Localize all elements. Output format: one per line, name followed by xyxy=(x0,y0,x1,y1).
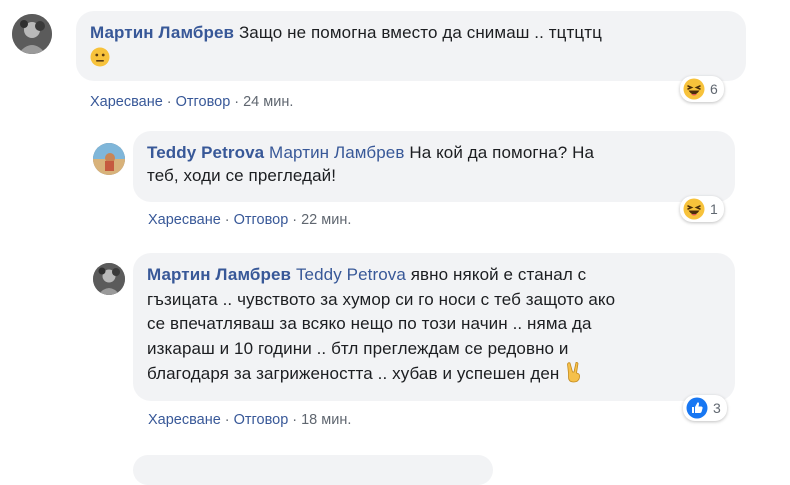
haha-icon xyxy=(683,198,705,220)
timestamp[interactable]: 18 мин. xyxy=(301,412,351,428)
comment-text: благодаря за загрижеността .. хубав и ус… xyxy=(147,364,560,383)
reply-link[interactable]: Отговор xyxy=(234,412,289,428)
mention-link[interactable]: Мартин Ламбрев xyxy=(269,143,404,162)
avatar-image xyxy=(12,14,52,54)
avatar-teddy[interactable] xyxy=(93,143,125,175)
comment-text: теб, ходи се прегледай! xyxy=(147,166,337,185)
comment-actions: Харесване · Отговор · 24 мин. xyxy=(90,94,293,110)
comment-bubble: Teddy Petrova Мартин Ламбрев На кой да п… xyxy=(133,131,735,202)
like-link[interactable]: Харесване xyxy=(148,412,221,428)
separator-dot: · xyxy=(166,94,172,110)
timestamp[interactable]: 24 мин. xyxy=(243,94,293,110)
comment-actions: Харесване · Отговор · 18 мин. xyxy=(148,412,351,428)
neutral-face-icon xyxy=(90,47,110,67)
avatar-image xyxy=(93,263,125,295)
reaction-summary[interactable]: 6 xyxy=(680,76,724,102)
separator-dot: · xyxy=(292,412,298,428)
avatar-martin[interactable] xyxy=(12,14,52,54)
comment-text: явно някой е станал с xyxy=(410,265,587,284)
comment-author[interactable]: Мартин Ламбрев xyxy=(147,265,291,284)
comment-actions: Харесване · Отговор · 22 мин. xyxy=(148,212,351,228)
reaction-count: 1 xyxy=(710,201,718,217)
avatar-martin[interactable] xyxy=(93,263,125,295)
separator-dot: · xyxy=(292,212,298,228)
comment-bubble: Мартин Ламбрев Teddy Petrova явно някой … xyxy=(133,253,735,401)
mention-link[interactable]: Teddy Petrova xyxy=(296,265,406,284)
victory-hand-icon xyxy=(567,361,581,383)
comment-text: гъзицата .. чувството за хумор си го нос… xyxy=(147,289,616,309)
like-link[interactable]: Харесване xyxy=(90,94,163,110)
comment-author[interactable]: Teddy Petrova xyxy=(147,143,264,162)
comment-text: На кой да помогна? На xyxy=(409,143,595,162)
reply-link[interactable]: Отговор xyxy=(234,212,289,228)
separator-dot: · xyxy=(234,94,240,110)
reaction-summary[interactable]: 3 xyxy=(683,395,727,421)
separator-dot: · xyxy=(224,212,230,228)
like-link[interactable]: Харесване xyxy=(148,212,221,228)
comment-author[interactable]: Мартин Ламбрев xyxy=(90,23,234,42)
comment-text: се впечатляваш за всяко нещо по този нач… xyxy=(147,314,592,333)
reaction-count: 6 xyxy=(710,81,718,97)
comment-text: изкараш и 10 години .. бтл преглеждам се… xyxy=(147,338,569,358)
reaction-count: 3 xyxy=(713,400,721,416)
avatar-image xyxy=(93,143,125,175)
next-comment-bubble-partial xyxy=(133,455,493,485)
like-icon xyxy=(686,397,708,419)
haha-icon xyxy=(683,78,705,100)
timestamp[interactable]: 22 мин. xyxy=(301,212,351,228)
separator-dot: · xyxy=(224,412,230,428)
reaction-summary[interactable]: 1 xyxy=(680,196,724,222)
comment-bubble: Мартин Ламбрев Защо не помогна вместо да… xyxy=(76,11,746,81)
reply-link[interactable]: Отговор xyxy=(176,94,231,110)
comment-text: Защо не помогна вместо да снимаш .. тцтц… xyxy=(238,23,602,42)
